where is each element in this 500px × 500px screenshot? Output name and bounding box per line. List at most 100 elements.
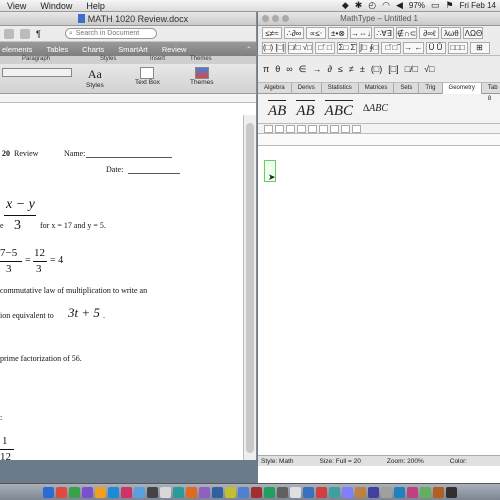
dock-app-icon[interactable] bbox=[199, 486, 210, 498]
dock-app-icon[interactable] bbox=[121, 486, 132, 498]
document-page[interactable]: 20 Review Name: Date: x − y 3 e for x = … bbox=[0, 115, 242, 460]
chevron-up-icon[interactable]: ⌃ bbox=[246, 45, 252, 54]
status-style[interactable]: Style: Math bbox=[261, 458, 294, 465]
pm-symbol[interactable]: ± bbox=[360, 64, 365, 74]
tab-smartart[interactable]: SmartArt bbox=[118, 45, 148, 54]
tab-sets[interactable]: Sets bbox=[394, 82, 420, 94]
menu-help[interactable]: Help bbox=[79, 1, 112, 11]
time-machine-icon[interactable]: ◴ bbox=[368, 0, 376, 11]
arrow-symbol[interactable]: → bbox=[313, 64, 322, 74]
dock-app-icon[interactable] bbox=[43, 486, 54, 498]
infinity-symbol[interactable]: ∞ bbox=[286, 64, 292, 74]
dock-app-icon[interactable] bbox=[238, 486, 249, 498]
theta-symbol[interactable]: θ bbox=[275, 64, 280, 74]
template-sums[interactable]: Σ□ Σ̄ bbox=[337, 41, 358, 54]
palette-embellish[interactable]: ∝≤⋅ bbox=[306, 27, 326, 40]
palette-sets[interactable]: ∉∩⊂ bbox=[396, 27, 418, 40]
undo-icon[interactable] bbox=[4, 28, 14, 39]
template-integrals[interactable]: ∫□ ∮□ bbox=[359, 41, 380, 54]
bracket-template[interactable]: [□] bbox=[388, 64, 398, 74]
dock-app-icon[interactable] bbox=[394, 486, 405, 498]
status-size[interactable]: Size: Full = 20 bbox=[320, 458, 361, 465]
mathtype-ruler[interactable] bbox=[258, 134, 500, 146]
dock-app-icon[interactable] bbox=[251, 486, 262, 498]
line-segment-button[interactable]: AB bbox=[266, 97, 288, 120]
slot-1[interactable] bbox=[264, 124, 273, 133]
tab-derivs[interactable]: Derivs bbox=[292, 82, 322, 94]
slot-2[interactable] bbox=[275, 124, 284, 133]
partial-symbol[interactable]: ∂ bbox=[328, 64, 332, 74]
element-symbol[interactable]: ∈ bbox=[299, 64, 307, 75]
wifi-icon[interactable]: ◠ bbox=[382, 0, 390, 11]
textbox-button[interactable]: Text Box bbox=[135, 67, 160, 86]
dock-app-icon[interactable] bbox=[95, 486, 106, 498]
slot-7[interactable] bbox=[330, 124, 339, 133]
dock-app-icon[interactable] bbox=[147, 486, 158, 498]
dock-app-icon[interactable] bbox=[381, 486, 392, 498]
palette-arrows[interactable]: →⇔↓ bbox=[350, 27, 372, 40]
slot-8[interactable] bbox=[341, 124, 350, 133]
palette-greek-upper[interactable]: ΛΩΘ bbox=[463, 27, 484, 40]
dock-app-icon[interactable] bbox=[82, 486, 93, 498]
sqrt-template[interactable]: √□ bbox=[424, 64, 434, 74]
template-fractions[interactable]: □/□ √□ bbox=[287, 41, 314, 54]
menu-view[interactable]: View bbox=[0, 1, 33, 11]
dock-app-icon[interactable] bbox=[342, 486, 353, 498]
template-arrows[interactable]: → ← bbox=[403, 41, 424, 54]
dock-app-icon[interactable] bbox=[160, 486, 171, 498]
status-color[interactable]: Color: bbox=[450, 458, 467, 465]
horizontal-ruler[interactable] bbox=[0, 94, 256, 103]
battery-percent[interactable]: 97% bbox=[409, 1, 425, 10]
slot-4[interactable] bbox=[297, 124, 306, 133]
dock-app-icon[interactable] bbox=[368, 486, 379, 498]
dock-app-icon[interactable] bbox=[186, 486, 197, 498]
dock-app-icon[interactable] bbox=[134, 486, 145, 498]
search-input[interactable]: ⌕ Search in Document bbox=[64, 28, 157, 39]
dock-app-icon[interactable] bbox=[56, 486, 67, 498]
equation-editor-area[interactable]: ➤ bbox=[258, 160, 500, 462]
template-products[interactable]: Ü Ů bbox=[425, 41, 446, 54]
dock-app-icon[interactable] bbox=[355, 486, 366, 498]
dock-app-icon[interactable] bbox=[303, 486, 314, 498]
dock-app-icon[interactable] bbox=[433, 486, 444, 498]
dock-app-icon[interactable] bbox=[264, 486, 275, 498]
pilcrow-button[interactable]: ¶ bbox=[36, 29, 41, 39]
tab-algebra[interactable]: Algebra bbox=[258, 82, 292, 94]
dock-app-icon[interactable] bbox=[407, 486, 418, 498]
paragraph-controls[interactable] bbox=[2, 68, 72, 77]
vertical-scrollbar[interactable] bbox=[243, 115, 256, 460]
zoom-icon[interactable] bbox=[282, 15, 289, 22]
template-matrices[interactable]: ⊞ bbox=[469, 41, 490, 54]
dock-app-icon[interactable] bbox=[173, 486, 184, 498]
minimize-icon[interactable] bbox=[272, 15, 279, 22]
dock-app-icon[interactable] bbox=[212, 486, 223, 498]
palette-greek-lower[interactable]: λωθ bbox=[441, 27, 462, 40]
leq-symbol[interactable]: ≤ bbox=[338, 64, 343, 74]
palette-misc[interactable]: ∂∞ℓ bbox=[419, 27, 440, 40]
slot-3[interactable] bbox=[286, 124, 295, 133]
slot-9[interactable] bbox=[352, 124, 361, 133]
themes-button[interactable]: Themes bbox=[190, 67, 213, 86]
palette-relations[interactable]: ≤≠≈ bbox=[262, 27, 282, 40]
styles-button[interactable]: Aa Styles bbox=[86, 67, 104, 89]
dock-app-icon[interactable] bbox=[108, 486, 119, 498]
tab-geometry[interactable]: Geometry bbox=[442, 82, 482, 94]
arc-button[interactable]: ABC bbox=[323, 97, 355, 120]
menu-window[interactable]: Window bbox=[33, 1, 79, 11]
tab-tables[interactable]: Tables bbox=[46, 45, 68, 54]
fraction-template[interactable]: □/□ bbox=[405, 64, 418, 74]
tab-8[interactable]: Tab 8 bbox=[482, 83, 500, 102]
small-bar-palette[interactable]: π θ ∞ ∈ → ∂ ≤ ≠ ± (□) [□] □/□ √□ bbox=[258, 56, 500, 83]
palette-operators[interactable]: ±•⊗ bbox=[328, 27, 348, 40]
pi-symbol[interactable]: π bbox=[263, 64, 269, 74]
battery-icon[interactable]: ▭ bbox=[431, 0, 440, 11]
slot-5[interactable] bbox=[308, 124, 317, 133]
neq-symbol[interactable]: ≠ bbox=[349, 64, 354, 74]
dock-app-icon[interactable] bbox=[420, 486, 431, 498]
template-boxes[interactable]: □□□ bbox=[447, 41, 468, 54]
template-scripts[interactable]: □′ □̇ bbox=[315, 41, 336, 54]
paren-template[interactable]: (□) bbox=[371, 64, 382, 74]
dock-app-icon[interactable] bbox=[290, 486, 301, 498]
slot-6[interactable] bbox=[319, 124, 328, 133]
palette-spaces[interactable]: ∴∂∞ bbox=[284, 27, 304, 40]
